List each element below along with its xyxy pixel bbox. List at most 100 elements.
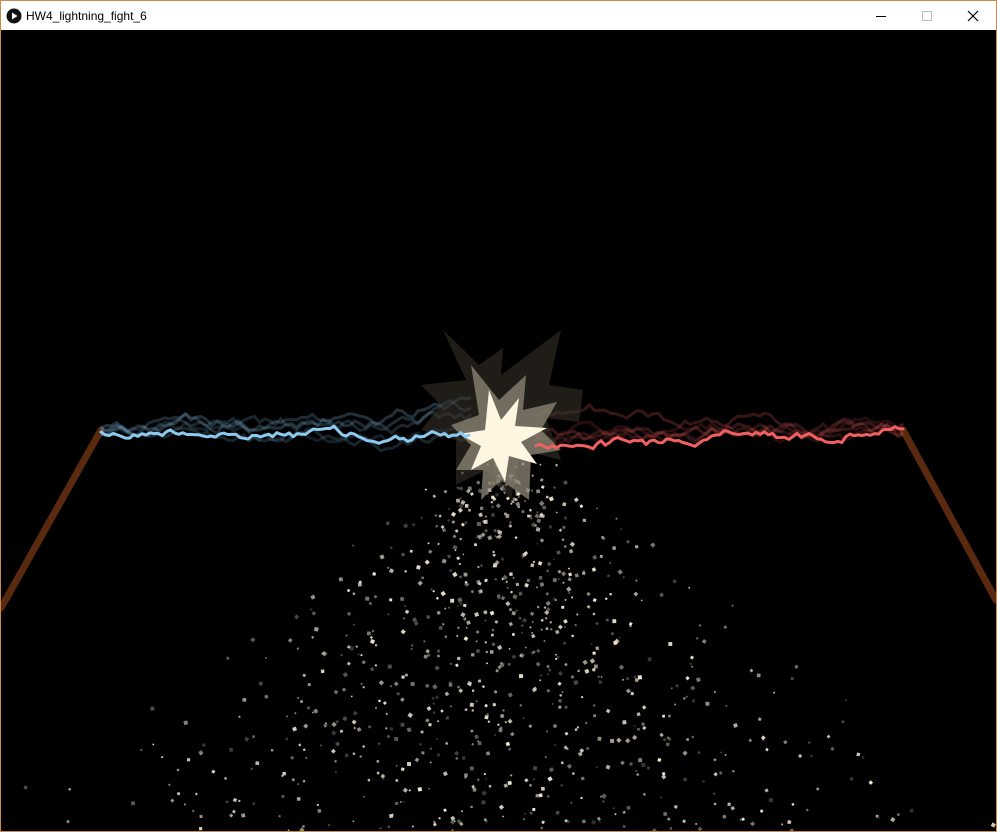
spark-particle	[426, 615, 430, 619]
spark-particle	[444, 607, 447, 610]
spark-particle	[668, 714, 671, 718]
spark-particle	[494, 492, 500, 498]
spark-particle	[387, 613, 390, 616]
spark-particle	[387, 825, 391, 829]
spark-particle	[430, 588, 433, 591]
spark-particle	[456, 656, 461, 661]
sketch-canvas[interactable]	[1, 30, 996, 831]
spark-particle	[524, 813, 527, 816]
spark-particle	[657, 757, 662, 763]
spark-particle	[518, 591, 523, 596]
spark-particle	[682, 750, 688, 756]
spark-particle	[515, 609, 518, 612]
spark-particle	[504, 720, 507, 724]
spark-particle	[485, 778, 488, 781]
spark-particle	[408, 789, 411, 792]
spark-particle	[503, 783, 509, 788]
title-bar[interactable]: HW4_lightning_fight_6	[1, 1, 996, 30]
spark-particle	[532, 560, 536, 564]
spark-particle	[491, 633, 494, 637]
spark-particle	[287, 638, 293, 643]
spark-particle	[555, 629, 560, 635]
spark-particle	[509, 572, 513, 576]
spark-particle	[545, 495, 549, 499]
spark-particle	[595, 766, 598, 768]
spark-particle	[371, 629, 375, 633]
spark-particle	[585, 746, 590, 751]
spark-particle	[458, 575, 463, 579]
spark-particle	[296, 647, 300, 650]
spark-particle	[456, 626, 460, 630]
spark-particle	[353, 726, 357, 730]
spark-particle	[830, 746, 835, 752]
spark-particle	[731, 604, 734, 608]
spark-particle	[487, 720, 491, 724]
spark-particle	[335, 741, 341, 747]
spark-particle	[483, 610, 488, 615]
spark-particle	[492, 550, 496, 554]
spark-particle	[161, 756, 164, 759]
spark-particle	[521, 632, 523, 634]
spark-particle	[456, 556, 461, 561]
spark-particle	[490, 512, 496, 518]
spark-particle	[636, 712, 641, 717]
maximize-icon	[922, 10, 932, 21]
spark-particle	[285, 737, 289, 741]
spark-particle	[425, 684, 430, 688]
spark-particle	[557, 569, 562, 574]
spark-particle	[435, 737, 438, 741]
spark-particle	[611, 632, 614, 636]
spark-particle	[675, 683, 680, 688]
spark-particle	[633, 591, 639, 597]
spark-particle	[428, 549, 433, 554]
spark-particle	[402, 787, 408, 793]
spark-particle	[244, 736, 250, 742]
spark-particle	[614, 812, 617, 816]
spark-particle	[444, 691, 450, 697]
spark-particle	[535, 510, 539, 514]
spark-particle	[406, 727, 412, 733]
spark-particle	[483, 772, 487, 776]
spark-particle	[382, 701, 387, 706]
spark-particle	[440, 524, 445, 529]
spark-particle	[491, 505, 495, 509]
spark-particle	[457, 597, 463, 603]
spark-particle	[492, 553, 496, 557]
spark-particle	[650, 542, 656, 548]
spark-particle	[393, 736, 399, 742]
spark-particle	[475, 699, 479, 703]
spark-particle	[713, 691, 716, 694]
spark-particle	[502, 709, 505, 712]
spark-particle	[630, 692, 634, 696]
spark-particle	[469, 766, 474, 771]
spark-particle	[564, 731, 569, 736]
close-button[interactable]	[950, 1, 996, 30]
spark-particle	[781, 823, 784, 826]
spark-particle	[493, 565, 496, 568]
spark-particle	[548, 525, 553, 529]
spark-particle	[438, 625, 443, 631]
spark-particle	[590, 819, 597, 825]
spark-particle	[464, 708, 468, 711]
spark-particle	[500, 557, 505, 561]
spark-particle	[632, 734, 638, 741]
spark-particle	[460, 522, 465, 527]
spark-particle	[447, 507, 451, 511]
spark-particle	[642, 792, 646, 796]
spark-particle	[546, 664, 550, 669]
spark-particle	[618, 664, 625, 670]
maximize-button[interactable]	[904, 1, 950, 30]
spark-particle	[440, 590, 446, 597]
minimize-button[interactable]	[858, 1, 904, 30]
spark-particle	[494, 535, 497, 538]
spark-particle	[489, 650, 494, 654]
spark-particle	[508, 608, 513, 612]
spark-particle	[560, 761, 564, 765]
spark-particle	[558, 528, 563, 533]
spark-particle	[532, 778, 535, 781]
spark-particle	[625, 738, 631, 744]
spark-particle	[612, 619, 617, 624]
spark-particle	[410, 681, 415, 687]
spark-particle	[545, 591, 550, 596]
spark-particle	[552, 577, 558, 583]
